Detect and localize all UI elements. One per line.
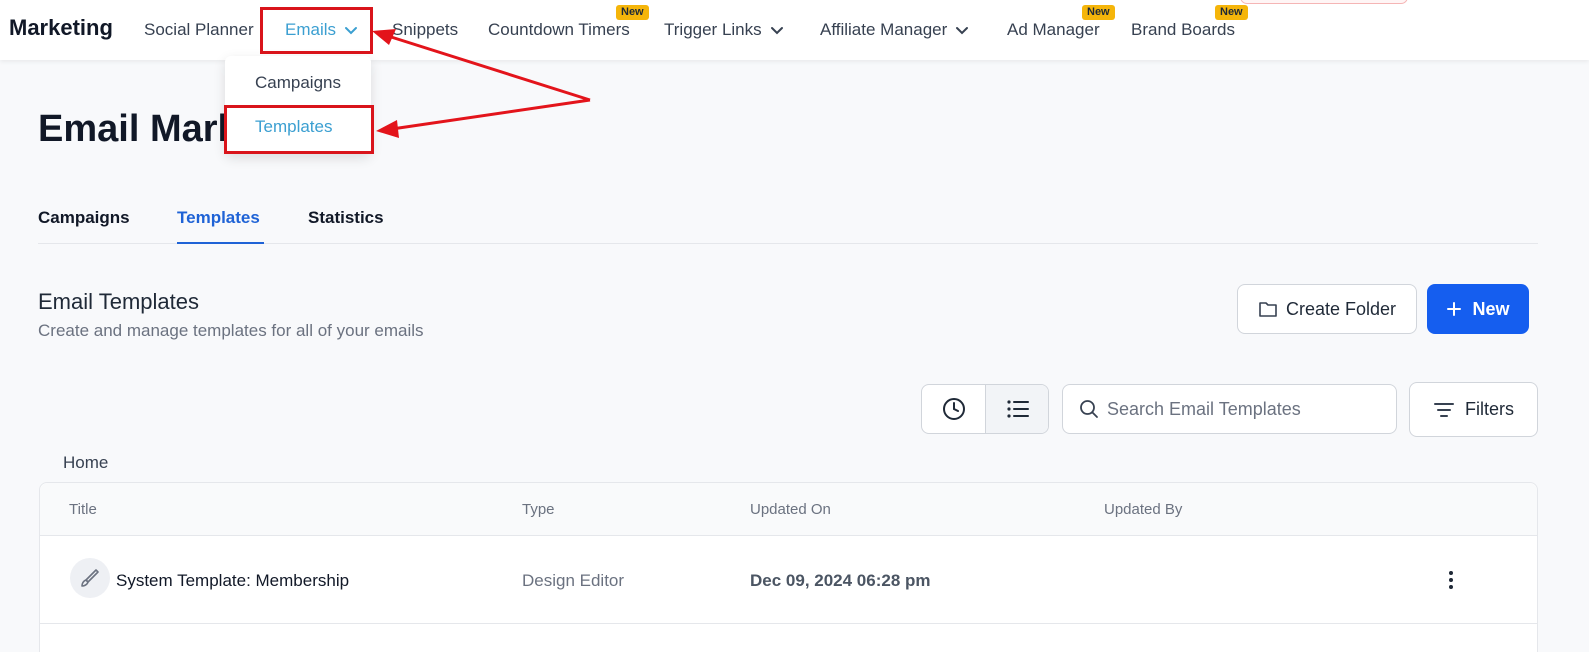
create-folder-button[interactable]: Create Folder: [1237, 284, 1417, 334]
nav-label: Trigger Links: [664, 20, 762, 39]
nav-ad-manager[interactable]: Ad Manager: [1007, 20, 1100, 40]
active-tab-indicator: [177, 242, 264, 244]
column-header-updated-by[interactable]: Updated By: [1104, 501, 1182, 518]
filter-icon: [1434, 402, 1454, 417]
column-header-title[interactable]: Title: [69, 501, 97, 518]
recent-view-button[interactable]: [922, 385, 986, 433]
nav-brand-boards[interactable]: Brand Boards: [1131, 20, 1235, 40]
dropdown-item-campaigns[interactable]: Campaigns: [255, 73, 341, 93]
new-badge: New: [1215, 5, 1248, 20]
section-title: Email Templates: [38, 289, 199, 314]
template-icon: [70, 558, 110, 598]
tab-bar: Campaigns Templates Statistics: [38, 206, 1538, 244]
app-brand: Marketing: [9, 15, 113, 40]
nav-countdown-timers[interactable]: Countdown Timers: [488, 20, 630, 40]
new-label: New: [1472, 298, 1510, 319]
nav-label: Ad Manager: [1007, 20, 1100, 39]
brush-icon: [81, 569, 99, 587]
chevron-down-icon: [770, 27, 783, 35]
filters-button[interactable]: Filters: [1409, 382, 1538, 437]
new-badge: New: [1082, 5, 1115, 20]
new-template-button[interactable]: New: [1427, 284, 1529, 334]
search-icon: [1080, 400, 1098, 418]
column-header-updated-on[interactable]: Updated On: [750, 501, 831, 518]
nav-label: Snippets: [392, 20, 459, 39]
nav-label: Social Planner: [144, 20, 254, 39]
table-row[interactable]: System Template: Membership Design Edito…: [40, 536, 1537, 624]
highlight-box-emails: [260, 7, 373, 54]
create-folder-label: Create Folder: [1285, 298, 1397, 319]
new-badge: New: [616, 5, 649, 20]
folder-icon: [1259, 302, 1277, 317]
more-options-icon[interactable]: [1439, 566, 1463, 594]
template-type: Design Editor: [522, 571, 625, 590]
nav-label: Countdown Timers: [488, 20, 630, 39]
top-nav: Marketing Social Planner Emails Snippets…: [0, 0, 1589, 60]
tab-campaigns[interactable]: Campaigns: [38, 208, 130, 228]
section-subtitle: Create and manage templates for all of y…: [38, 321, 424, 340]
nav-snippets[interactable]: Snippets: [392, 20, 458, 40]
table-header: Title Type Updated On Updated By: [40, 483, 1537, 536]
chevron-down-icon: [956, 27, 969, 35]
highlight-box-templates: [224, 105, 374, 154]
nav-social-planner[interactable]: Social Planner: [144, 20, 254, 40]
template-updated-on: Dec 09, 2024 06:28 pm: [750, 571, 931, 590]
clock-icon: [943, 398, 965, 420]
template-title[interactable]: System Template: Membership: [116, 571, 349, 591]
list-icon: [1006, 400, 1029, 418]
templates-table: Title Type Updated On Updated By System …: [39, 482, 1538, 652]
page-title: Email Mark: [38, 108, 239, 150]
plus-icon: [1447, 302, 1462, 316]
breadcrumb[interactable]: Home: [63, 453, 108, 473]
nav-label: Affiliate Manager: [820, 20, 948, 39]
column-header-type[interactable]: Type: [522, 501, 555, 518]
tab-templates[interactable]: Templates: [177, 208, 260, 228]
nav-trigger-links[interactable]: Trigger Links: [664, 20, 784, 40]
filters-label: Filters: [1465, 399, 1514, 419]
nav-label: Brand Boards: [1131, 20, 1235, 39]
tab-statistics[interactable]: Statistics: [308, 208, 384, 228]
list-view-button[interactable]: [985, 385, 1048, 433]
search-input[interactable]: [1107, 398, 1377, 420]
nav-affiliate-manager[interactable]: Affiliate Manager: [820, 20, 969, 40]
search-field[interactable]: [1062, 384, 1397, 434]
view-toggle: [921, 384, 1049, 434]
promo-pill: [1240, 0, 1408, 4]
